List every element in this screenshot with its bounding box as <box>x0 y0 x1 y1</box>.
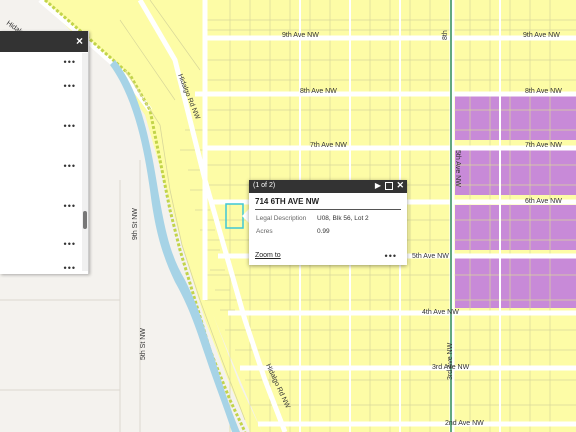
divider <box>255 209 401 210</box>
more-icon[interactable]: ••• <box>64 239 76 249</box>
label-7th-ave-b: 7th Ave NW <box>525 142 562 149</box>
list-item[interactable]: ••• <box>0 239 82 253</box>
label-6th-ave: 6th Ave NW <box>525 198 562 205</box>
label-8th-ave-a: 8th Ave NW <box>300 88 337 95</box>
field-value: 0.99 <box>317 228 330 235</box>
label-5th-ave: 5th Ave NW <box>412 253 449 260</box>
scrollbar-thumb[interactable] <box>83 211 87 229</box>
panel-header: × <box>0 31 88 52</box>
label-vert-right-a: 8th <box>442 30 449 40</box>
more-icon[interactable]: ••• <box>64 263 76 273</box>
label-2nd-ave: 2nd Ave NW <box>445 420 484 427</box>
label-vert-right-b: 5th Ave NW <box>454 150 461 187</box>
label-7th-ave-a: 7th Ave NW <box>310 142 347 149</box>
next-feature-icon[interactable]: ▶ <box>375 181 381 190</box>
more-icon[interactable]: ••• <box>64 57 76 67</box>
scrollbar-track[interactable] <box>82 53 88 271</box>
list-item[interactable]: ••• <box>0 161 82 175</box>
list-item[interactable]: ••• <box>0 263 82 277</box>
popup-pointer <box>242 209 249 223</box>
zoom-to-link[interactable]: Zoom to <box>255 252 281 259</box>
label-8th-ave-b: 8th Ave NW <box>525 88 562 95</box>
popup-header: (1 of 2) ▶ ✕ <box>249 180 407 193</box>
more-icon[interactable]: ••• <box>64 81 76 91</box>
maximize-icon[interactable] <box>385 182 393 190</box>
field-label: Legal Description <box>256 215 307 222</box>
popup-count: (1 of 2) <box>253 182 276 189</box>
field-label: Acres <box>256 228 273 235</box>
layer-panel: × ••• ••• ••• ••• ••• ••• ••• <box>0 31 89 274</box>
list-item[interactable]: ••• <box>0 121 82 135</box>
close-icon[interactable]: ✕ <box>396 180 404 191</box>
label-vert-right-c: 3rd Ave NW <box>447 342 454 380</box>
list-item[interactable]: ••• <box>0 201 82 215</box>
feature-popup: (1 of 2) ▶ ✕ 714 6TH AVE NW Legal Descri… <box>249 180 407 265</box>
label-5th-st: 5th St NW <box>140 328 147 360</box>
label-4th-ave: 4th Ave NW <box>422 309 459 316</box>
more-icon[interactable]: ••• <box>64 201 76 211</box>
more-icon[interactable]: ••• <box>64 121 76 131</box>
more-icon[interactable]: ••• <box>64 161 76 171</box>
label-9th-ave-a: 9th Ave NW <box>282 32 319 39</box>
popup-title: 714 6TH AVE NW <box>255 197 320 206</box>
list-item[interactable]: ••• <box>0 57 82 71</box>
more-icon[interactable]: ••• <box>385 251 397 261</box>
field-value: U08, Blk 56, Lot 2 <box>317 215 369 222</box>
label-9th-st: 9th St NW <box>132 208 139 240</box>
label-9th-ave-b: 9th Ave NW <box>523 32 560 39</box>
list-item[interactable]: ••• <box>0 81 82 95</box>
close-icon[interactable]: × <box>76 34 83 48</box>
